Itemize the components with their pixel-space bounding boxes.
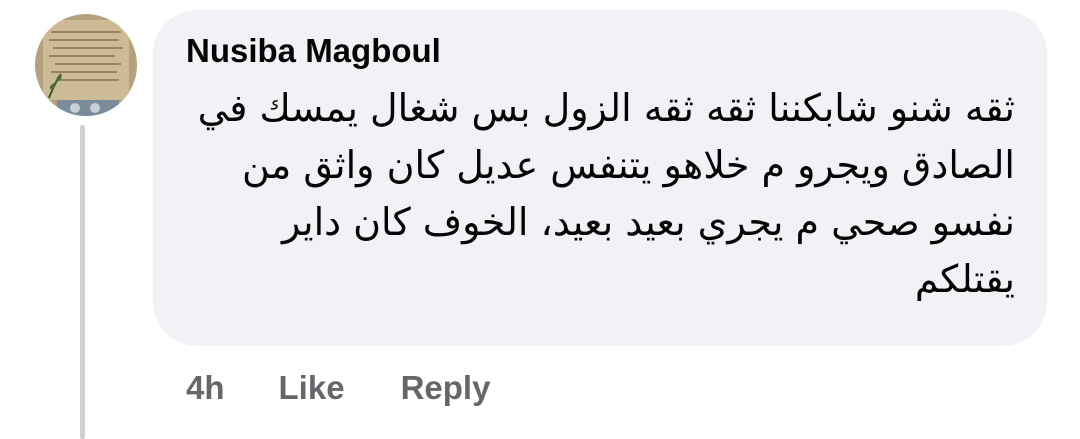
comment-author[interactable]: Nusiba Magboul (186, 32, 441, 70)
avatar[interactable] (35, 14, 137, 116)
comment-text-line: يقتلكم (914, 257, 1015, 301)
comment-text-line: الصادق ويجرو م خلاهو يتنفس عديل كان واثق… (241, 143, 1015, 187)
avatar-image (35, 14, 137, 116)
comment-text-line: ثقه شنو شابكننا ثقه ثقه الزول بس شغال يم… (197, 86, 1015, 130)
comment-bubble: Nusiba Magboul ثقه شنو شابكننا ثقه ثقه ا… (153, 10, 1047, 346)
thread-line (80, 125, 85, 439)
reply-button[interactable]: Reply (401, 369, 491, 407)
comment-actions: 4h Like Reply (186, 366, 490, 410)
like-button[interactable]: Like (279, 369, 345, 407)
comment-text-line: نفسو صحي م يجري بعيد بعيد، الخوف كان داي… (282, 200, 1015, 244)
comment-text: ثقه شنو شابكننا ثقه ثقه الزول بس شغال يم… (175, 80, 1015, 308)
comment-timestamp[interactable]: 4h (186, 369, 225, 407)
